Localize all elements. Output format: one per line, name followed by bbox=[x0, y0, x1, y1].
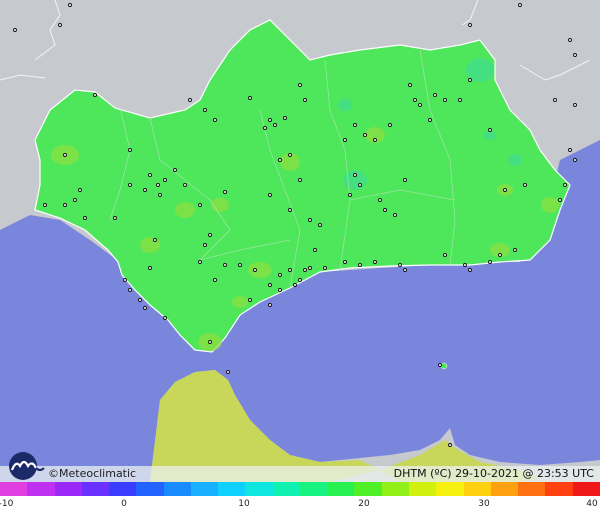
scale-cell bbox=[245, 482, 273, 496]
scale-ticks: -10 0 10 20 30 40 bbox=[0, 496, 600, 517]
scale-tick-label: -10 bbox=[0, 499, 14, 509]
scale-tick-label: 10 bbox=[238, 499, 250, 509]
temperature-map bbox=[0, 0, 600, 482]
meteoclimatic-logo-icon bbox=[9, 452, 45, 480]
scale-cell bbox=[27, 482, 55, 496]
color-scale bbox=[0, 482, 600, 496]
scale-cell bbox=[54, 482, 82, 496]
scale-cell bbox=[109, 482, 137, 496]
scale-cell bbox=[545, 482, 573, 496]
scale-cell bbox=[327, 482, 355, 496]
scale-cell bbox=[354, 482, 382, 496]
scale-cell bbox=[299, 482, 328, 496]
scale-cell bbox=[0, 482, 28, 496]
scale-cell bbox=[272, 482, 300, 496]
scale-cell bbox=[490, 482, 519, 496]
scale-tick-label: 0 bbox=[121, 499, 127, 509]
scale-cell bbox=[463, 482, 491, 496]
scale-tick-label: 20 bbox=[358, 499, 370, 509]
scale-cell bbox=[518, 482, 546, 496]
scale-cell bbox=[436, 482, 464, 496]
scale-cell bbox=[190, 482, 219, 496]
scale-cell bbox=[408, 482, 437, 496]
map-stamp: DHTM (ºC) 29-10-2021 @ 23:53 UTC bbox=[393, 467, 594, 480]
scale-cell bbox=[572, 482, 600, 496]
scale-tick-label: 30 bbox=[478, 499, 490, 509]
scale-cell bbox=[218, 482, 246, 496]
scale-cell bbox=[81, 482, 110, 496]
scale-cell bbox=[163, 482, 191, 496]
brand-name: ©Meteoclimatic bbox=[48, 467, 137, 480]
scale-tick-label: 40 bbox=[586, 499, 598, 509]
scale-cell bbox=[136, 482, 164, 496]
scale-cell bbox=[381, 482, 409, 496]
